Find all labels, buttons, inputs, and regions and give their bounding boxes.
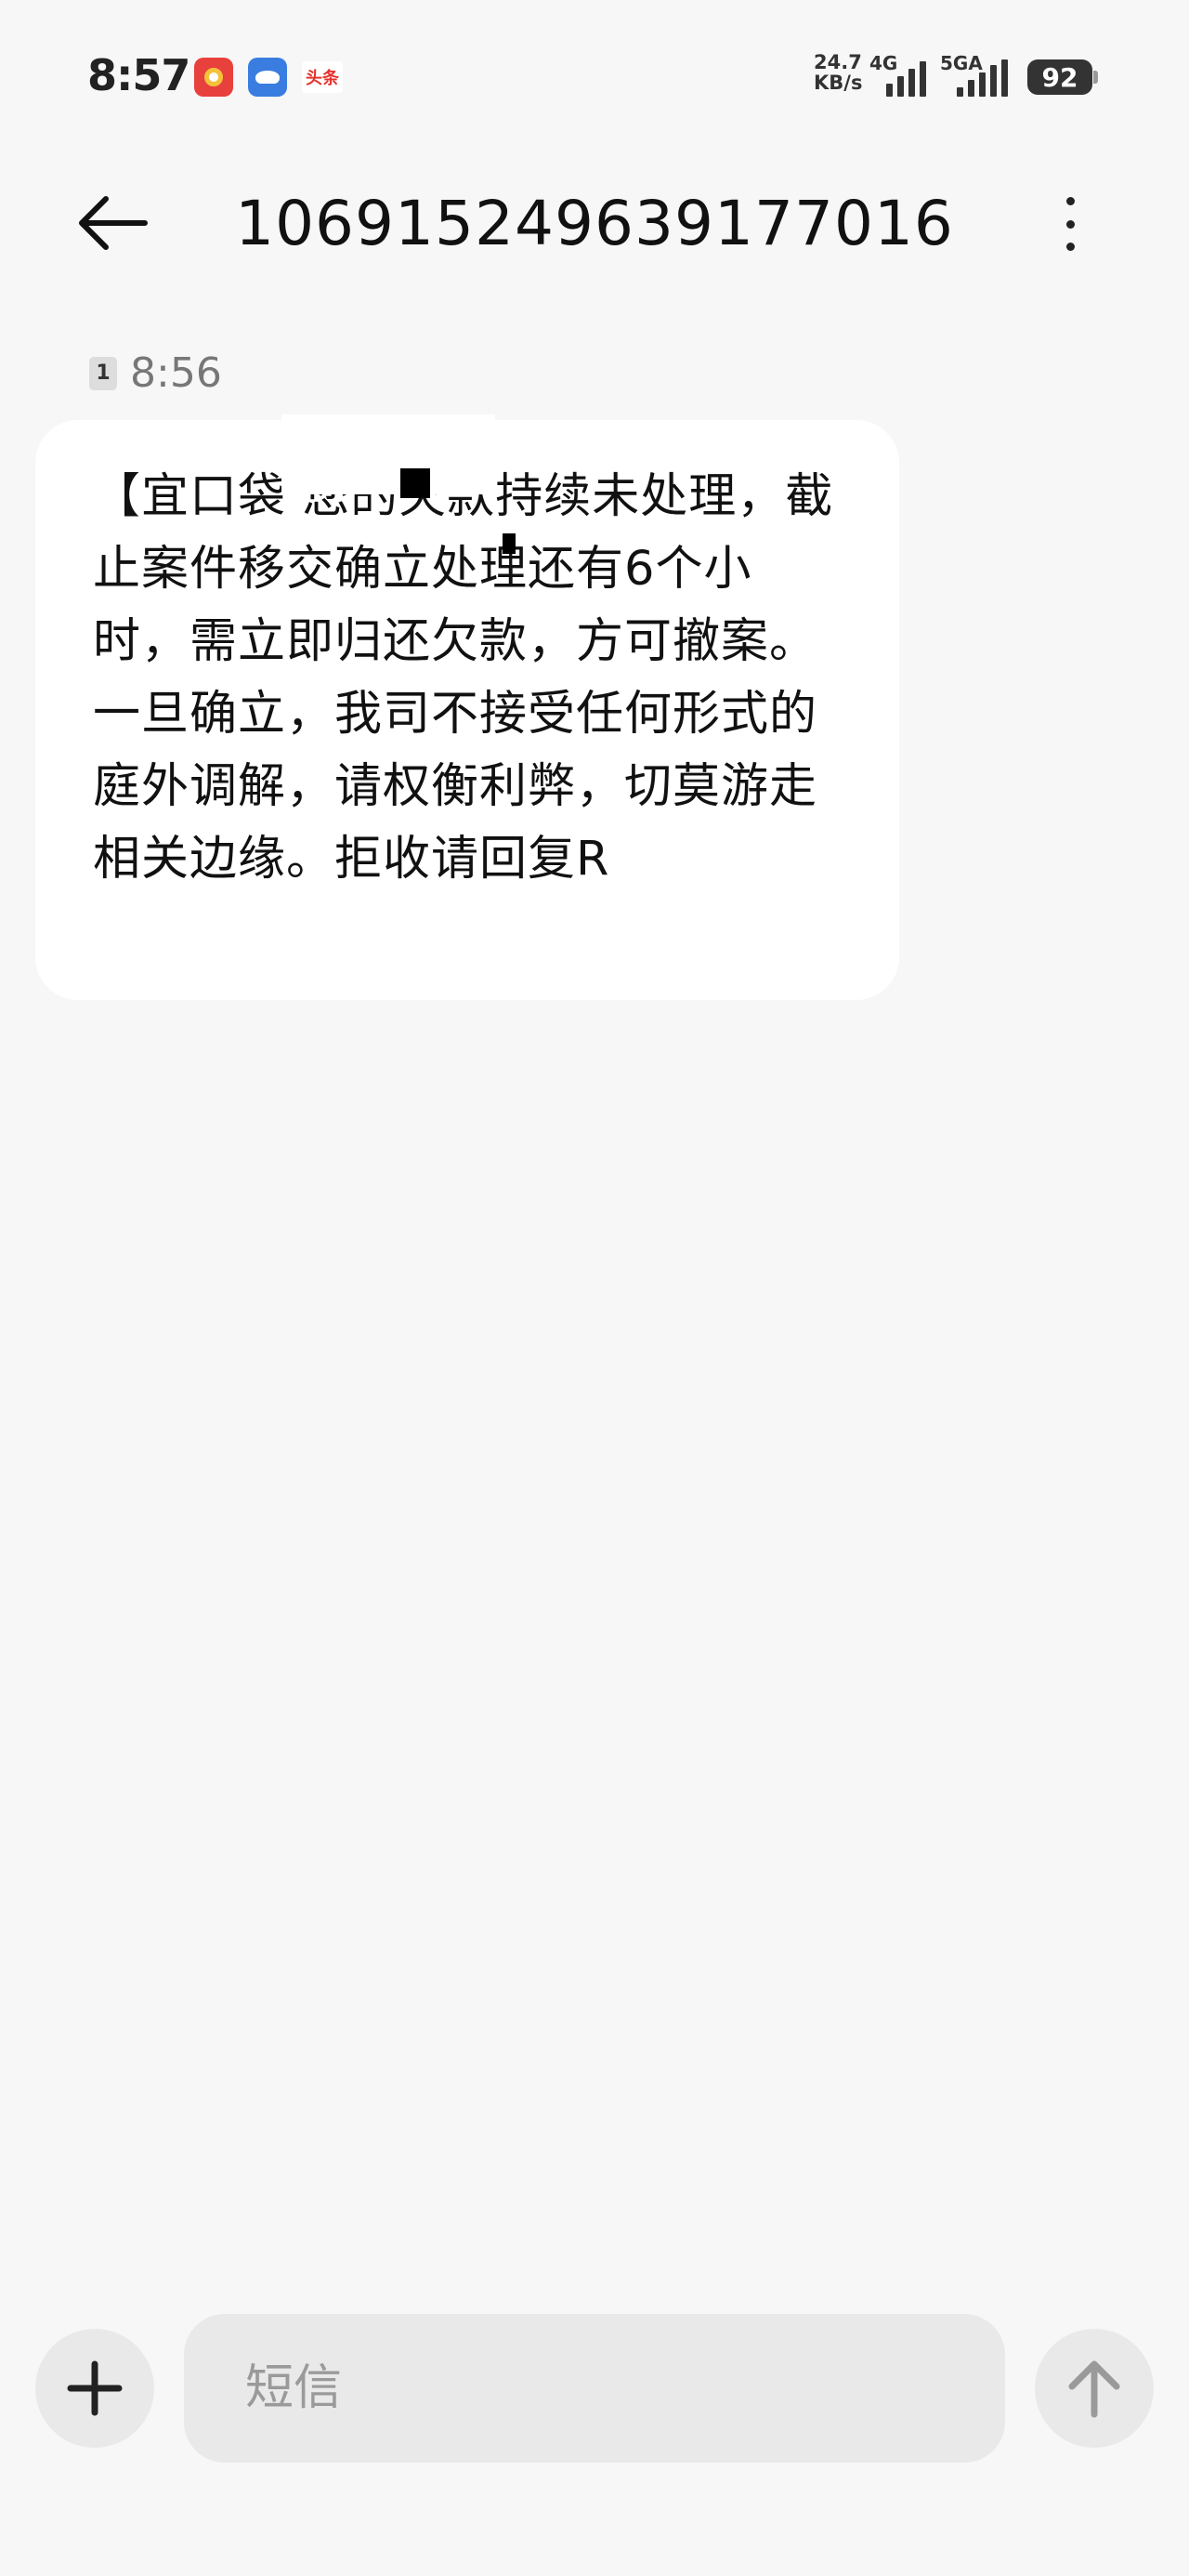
sim-badge: 1 [89,356,117,390]
conversation-header: 106915249639177016 [0,167,1189,279]
back-arrow-icon [79,196,148,250]
blue-app-icon [248,58,287,97]
plus-icon [67,2360,123,2416]
conversation-title: 106915249639177016 [235,188,954,259]
redaction-overlay [281,414,495,494]
sms-conversation-screen: 8:57 头条 24.7 KB/s 4G 5GA 92 106915249639… [0,0,1189,2576]
network-speed-unit: KB/s [814,72,863,94]
more-dot-icon [1065,197,1075,205]
redaction-mark [400,468,430,498]
red-app-icon [194,58,233,97]
status-time: 8:57 [87,50,190,100]
message-input-field[interactable]: 1 [184,2314,1144,2463]
more-dot-icon [1065,243,1075,251]
message-bubble[interactable]: 【宜口袋 您的欠款持续未处理，截止案件移交确立处理还有6个小时，需立即归还欠款，… [35,414,899,1000]
signal-icon-2 [957,58,1008,97]
battery-tip [1093,71,1098,84]
message-input[interactable] [245,2360,840,2416]
more-dot-icon [1065,219,1075,229]
send-arrow-icon [1068,2360,1120,2418]
add-attachment-button[interactable] [35,2329,154,2448]
status-bar: 8:57 头条 24.7 KB/s 4G 5GA 92 [0,0,1189,139]
send-button[interactable] [1035,2329,1154,2448]
message-text: 【宜口袋 您的欠款持续未处理，截止案件移交确立处理还有6个小时，需立即归还欠款，… [93,469,834,887]
redaction-mark [503,533,516,554]
battery-icon: 92 [1027,59,1092,95]
network-speed-value: 24.7 [814,51,862,73]
toutiao-app-icon: 头条 [302,61,343,93]
message-time: 8:56 [130,349,222,397]
network-speed: 24.7 KB/s [814,52,862,93]
more-options-button[interactable] [1048,191,1092,256]
back-button[interactable] [72,190,152,256]
compose-bar: 1 [0,2310,1189,2463]
signal-icon-1 [886,58,926,97]
message-meta: 1 8:56 [89,349,222,397]
